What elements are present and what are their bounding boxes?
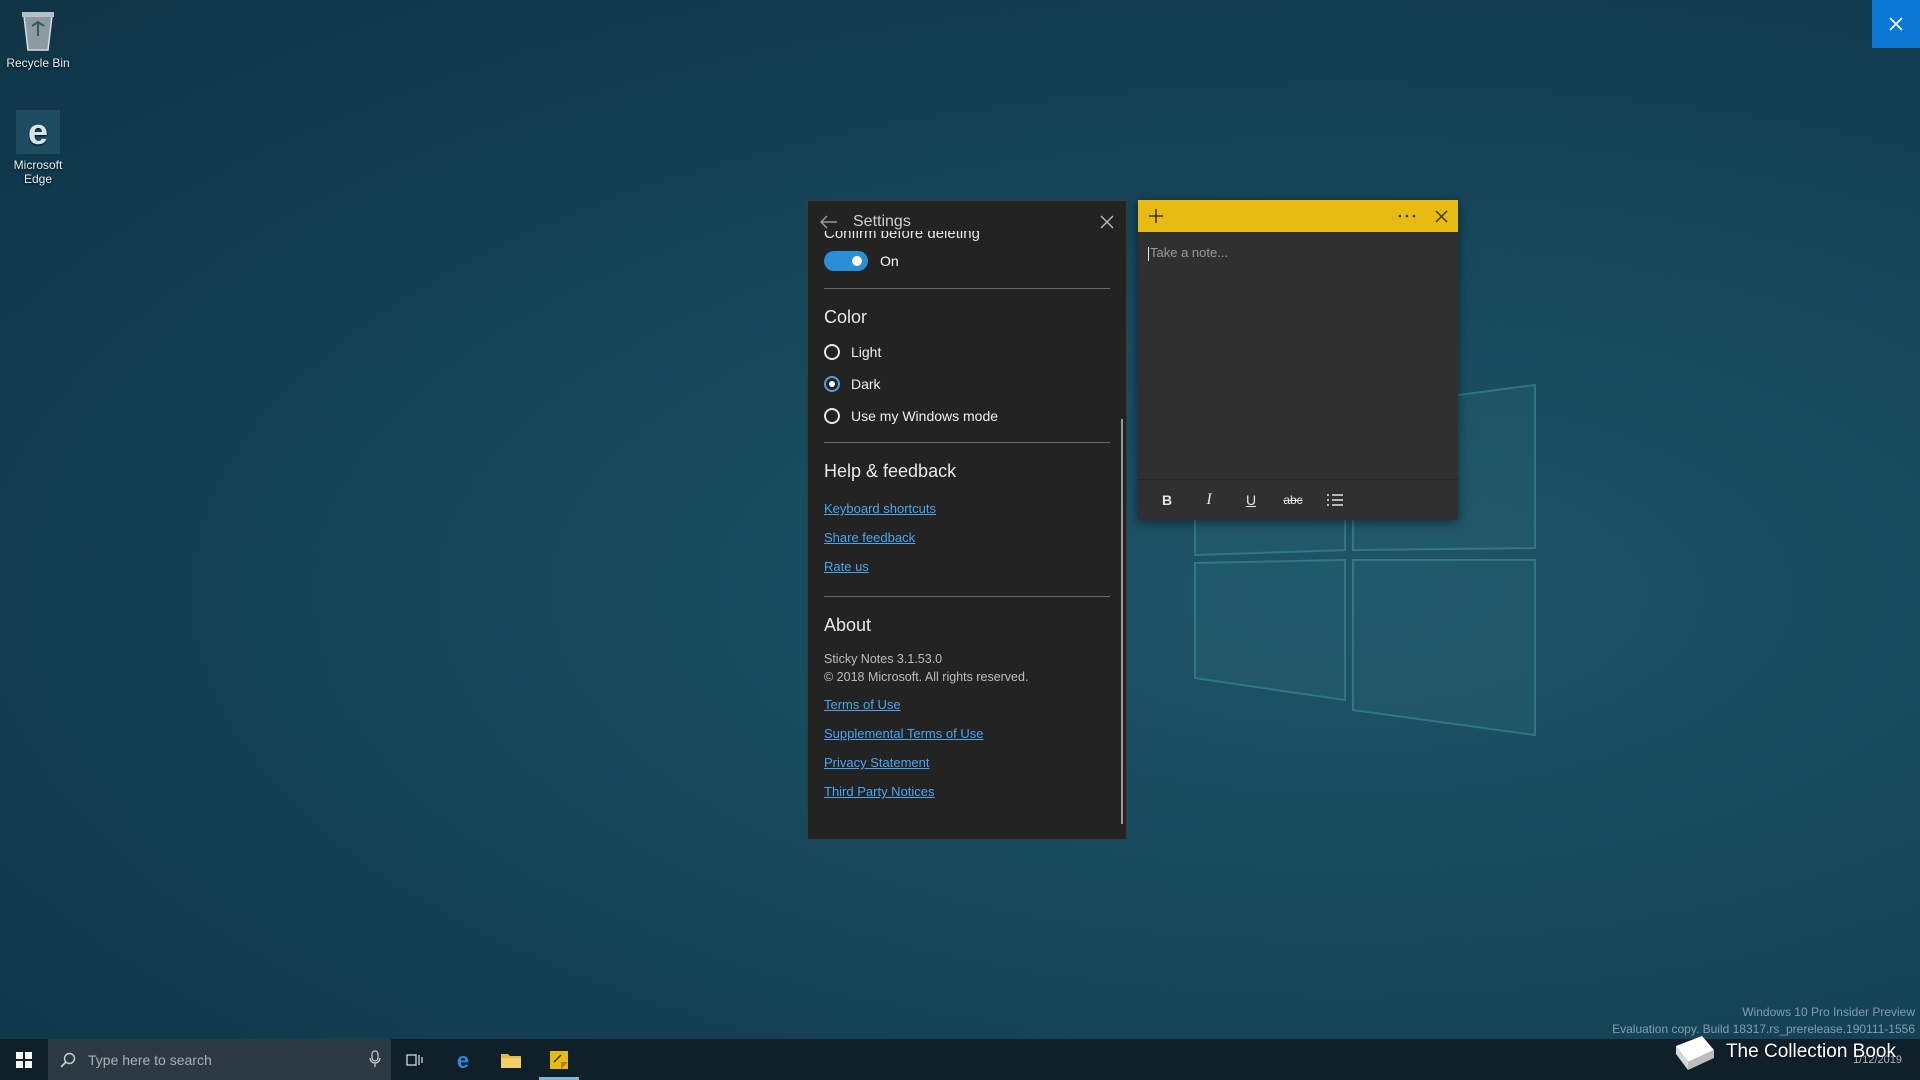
search-placeholder: Type here to search (88, 1051, 212, 1068)
divider (824, 442, 1110, 443)
back-arrow-icon (820, 215, 837, 229)
collection-book-label: The Collection Book (1725, 1041, 1896, 1062)
edge-icon: e (457, 1049, 469, 1071)
strikethrough-button[interactable]: abc (1272, 484, 1314, 516)
text-caret (1148, 246, 1149, 261)
supplemental-terms-link[interactable]: Supplemental Terms of Use (824, 719, 1110, 748)
ellipsis-icon (1398, 214, 1416, 218)
recycle-bin-label: Recycle Bin (6, 56, 70, 70)
desktop-icon-recycle-bin[interactable]: Recycle Bin (1, 6, 75, 70)
radio-label: Use my Windows mode (851, 408, 999, 424)
recycle-bin-icon (14, 6, 62, 54)
svg-text:e: e (457, 1049, 469, 1071)
color-option-light[interactable]: Light (824, 336, 1110, 368)
new-note-button[interactable] (1145, 205, 1167, 227)
search-icon (48, 1052, 88, 1068)
more-options-button[interactable] (1394, 205, 1420, 227)
desktop-icon-edge[interactable]: e Microsoft Edge (1, 108, 75, 186)
settings-title: Settings (853, 213, 911, 230)
help-heading: Help & feedback (824, 461, 957, 481)
share-feedback-link[interactable]: Share feedback (824, 523, 1110, 552)
settings-scrollbar[interactable] (1121, 419, 1123, 824)
watermark-edition: Windows 10 Pro Insider Preview (1742, 1005, 1915, 1019)
list-icon (1327, 494, 1343, 506)
keyboard-shortcuts-link[interactable]: Keyboard shortcuts (824, 494, 1110, 523)
close-icon (1889, 17, 1903, 31)
close-button[interactable] (1872, 0, 1920, 48)
folder-icon (501, 1053, 521, 1068)
bullet-list-button[interactable] (1314, 484, 1356, 516)
radio-label: Light (851, 344, 882, 360)
format-toolbar: B I U abc (1138, 479, 1458, 520)
close-icon (1100, 215, 1114, 229)
book-icon (1675, 1036, 1714, 1070)
color-option-windows-mode[interactable]: Use my Windows mode (824, 400, 1110, 432)
radio-button-selected[interactable] (824, 376, 840, 392)
plus-icon (1149, 209, 1163, 223)
microphone-icon[interactable] (369, 1050, 381, 1073)
confirm-delete-toggle[interactable] (824, 251, 868, 271)
taskbar-file-explorer[interactable] (487, 1039, 535, 1080)
task-view-icon (406, 1053, 423, 1066)
taskbar-sticky-notes[interactable] (535, 1039, 583, 1080)
color-heading: Color (824, 307, 868, 327)
taskbar-edge[interactable]: e (439, 1039, 487, 1080)
radio-button[interactable] (824, 344, 840, 360)
italic-button[interactable]: I (1188, 484, 1230, 516)
taskbar: Type here to search e 1/12/2019 (0, 1039, 1920, 1080)
edge-icon: e (14, 108, 62, 156)
divider (824, 288, 1110, 289)
about-heading: About (824, 615, 872, 635)
divider (824, 596, 1110, 597)
bold-button[interactable]: B (1146, 484, 1188, 516)
settings-close-button[interactable] (1096, 211, 1118, 233)
rate-us-link[interactable]: Rate us (824, 552, 1110, 581)
note-header (1138, 200, 1458, 232)
collection-book-watermark: The Collection Book (1672, 1032, 1896, 1072)
toggle-state-label: On (880, 253, 899, 269)
color-option-dark[interactable]: Dark (824, 368, 1110, 400)
underline-button[interactable]: U (1230, 484, 1272, 516)
windows-icon (16, 1051, 32, 1068)
note-placeholder: Take a note... (1150, 245, 1229, 260)
close-icon (1435, 210, 1447, 222)
sticky-notes-icon (550, 1050, 568, 1069)
edge-label: Microsoft Edge (13, 158, 63, 186)
task-view-button[interactable] (391, 1039, 439, 1080)
radio-button[interactable] (824, 408, 840, 424)
copyright-text: © 2018 Microsoft. All rights reserved. (824, 670, 1029, 684)
note-text-area[interactable]: Take a note... (1148, 245, 1228, 261)
radio-label: Dark (851, 376, 881, 392)
confirm-delete-label: Confirm before deleting (824, 231, 980, 242)
settings-panel: Settings Confirm before deleting On Colo… (807, 200, 1127, 840)
svg-text:e: e (28, 111, 48, 152)
third-party-notices-link[interactable]: Third Party Notices (824, 777, 1110, 806)
note-close-button[interactable] (1430, 205, 1452, 227)
start-button[interactable] (0, 1039, 48, 1080)
back-button[interactable] (818, 211, 840, 233)
version-text: Sticky Notes 3.1.53.0 (824, 652, 943, 666)
search-box[interactable]: Type here to search (48, 1039, 391, 1080)
terms-of-use-link[interactable]: Terms of Use (824, 690, 1110, 719)
sticky-note: Take a note... B I U abc (1138, 200, 1458, 520)
privacy-statement-link[interactable]: Privacy Statement (824, 748, 1110, 777)
